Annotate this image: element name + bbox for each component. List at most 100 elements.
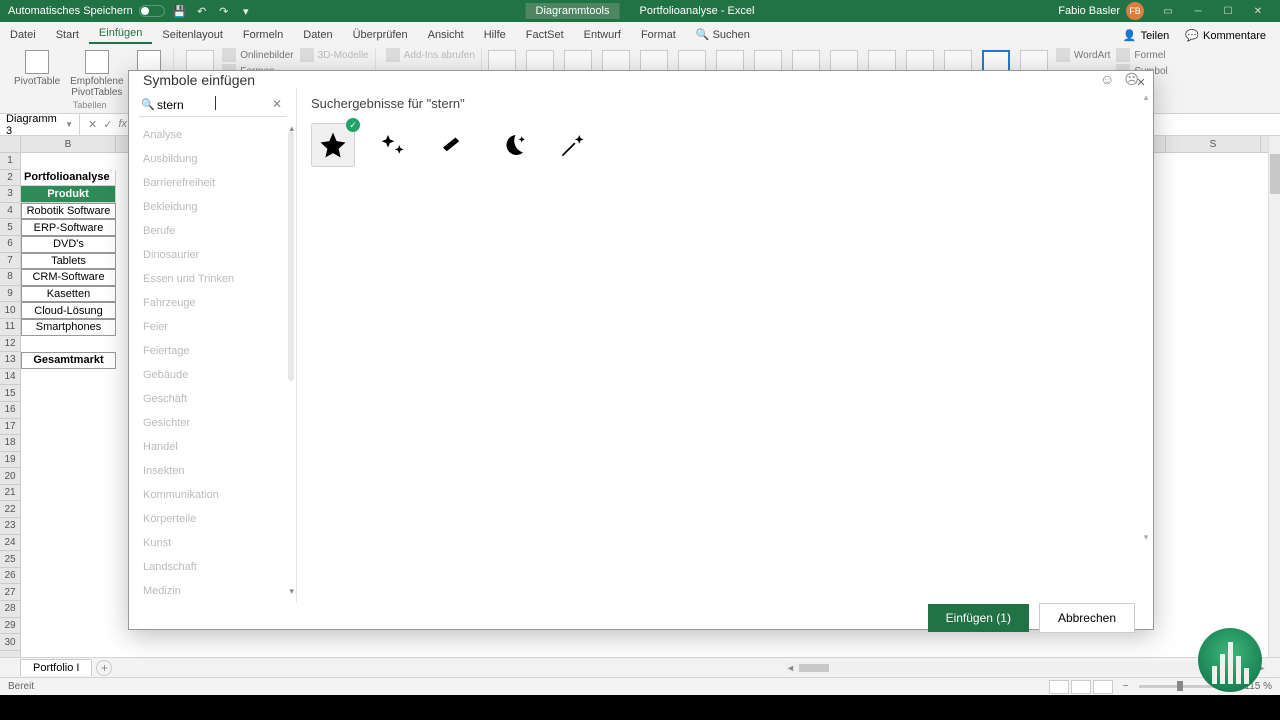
category-item[interactable]: Medizin	[129, 579, 296, 603]
col-header[interactable]: B	[21, 136, 116, 152]
clear-search-button[interactable]: ✕	[272, 97, 282, 111]
cell[interactable]: Robotik Software	[21, 203, 116, 220]
col-header[interactable]: S	[1166, 136, 1261, 152]
tab-ansicht[interactable]: Ansicht	[418, 26, 474, 44]
share-button[interactable]: 👤 Teilen	[1117, 27, 1175, 44]
row-header[interactable]: 27	[0, 584, 20, 601]
pivottable-button[interactable]: PivotTable	[12, 48, 62, 89]
tab-einfuegen[interactable]: Einfügen	[89, 24, 152, 44]
vertical-scrollbar[interactable]	[1268, 136, 1280, 657]
tab-suchen[interactable]: 🔍 Suchen	[686, 25, 760, 44]
row-header[interactable]: 3	[0, 186, 20, 203]
row-header[interactable]: 14	[0, 369, 20, 386]
category-item[interactable]: Dinosaurier	[129, 243, 296, 267]
autosave-toggle[interactable]: Automatisches Speichern	[8, 5, 165, 17]
category-item[interactable]: Analyse	[129, 123, 296, 147]
user-account[interactable]: Fabio Basler FB	[1058, 2, 1144, 20]
icon-result-stars[interactable]	[371, 123, 415, 167]
category-list[interactable]: Analyse Ausbildung Barrierefreiheit Bekl…	[129, 123, 296, 603]
qat-customize-icon[interactable]: ▾	[239, 4, 253, 18]
tab-formeln[interactable]: Formeln	[233, 26, 293, 44]
category-item[interactable]: Gesichter	[129, 411, 296, 435]
category-item[interactable]: Geschäft	[129, 387, 296, 411]
tab-seitenlayout[interactable]: Seitenlayout	[152, 26, 233, 44]
view-normal-button[interactable]	[1049, 680, 1069, 694]
tab-ueberpruefen[interactable]: Überprüfen	[343, 26, 418, 44]
category-item[interactable]: Landschaft	[129, 555, 296, 579]
row-header[interactable]: 17	[0, 419, 20, 436]
tab-start[interactable]: Start	[46, 26, 89, 44]
row-header[interactable]: 15	[0, 385, 20, 402]
row-header[interactable]: 18	[0, 435, 20, 452]
row-header[interactable]: 7	[0, 253, 20, 270]
close-icon[interactable]: ✕	[1244, 2, 1272, 20]
chart-tools-tab[interactable]: Diagrammtools	[526, 3, 620, 19]
row-header[interactable]: 9	[0, 286, 20, 303]
row-header[interactable]: 5	[0, 219, 20, 236]
wordart-button[interactable]: WordArt	[1056, 48, 1111, 62]
row-header[interactable]: 16	[0, 402, 20, 419]
cancel-button[interactable]: Abbrechen	[1039, 603, 1135, 633]
icon-result-telescope[interactable]	[431, 123, 475, 167]
row-header[interactable]: 12	[0, 336, 20, 353]
category-item[interactable]: Fahrzeuge	[129, 291, 296, 315]
equation-button[interactable]: Formel	[1116, 48, 1167, 62]
row-header[interactable]: 24	[0, 535, 20, 552]
cell[interactable]: Cloud-Lösung	[21, 302, 116, 319]
row-header[interactable]: 1	[0, 153, 20, 170]
category-item[interactable]: Ausbildung	[129, 147, 296, 171]
row-header[interactable]: 29	[0, 618, 20, 635]
category-item[interactable]: Insekten	[129, 459, 296, 483]
ribbon-options-icon[interactable]: ▭	[1154, 2, 1182, 20]
row-header[interactable]: 25	[0, 551, 20, 568]
cell[interactable]: Portfolioanalyse	[21, 170, 116, 187]
smiley-icon[interactable]: ☺	[1100, 71, 1114, 88]
row-header[interactable]: 30	[0, 634, 20, 651]
row-header[interactable]: 10	[0, 302, 20, 319]
row-header[interactable]: 4	[0, 203, 20, 220]
tab-hilfe[interactable]: Hilfe	[474, 26, 516, 44]
save-icon[interactable]: 💾	[173, 4, 187, 18]
insert-button[interactable]: Einfügen (1)	[928, 604, 1029, 632]
row-header[interactable]: 13	[0, 352, 20, 369]
cell[interactable]: CRM-Software	[21, 269, 116, 286]
category-item[interactable]: Körperteile	[129, 507, 296, 531]
category-item[interactable]: Gebäude	[129, 363, 296, 387]
enter-formula-icon[interactable]: ✓	[103, 118, 112, 131]
row-header[interactable]: 19	[0, 452, 20, 469]
row-header[interactable]: 22	[0, 501, 20, 518]
category-item[interactable]: Berufe	[129, 219, 296, 243]
minimize-icon[interactable]: ─	[1184, 2, 1212, 20]
toggle-switch[interactable]	[139, 5, 165, 17]
category-item[interactable]: Barrierefreiheit	[129, 171, 296, 195]
undo-icon[interactable]: ↶	[195, 4, 209, 18]
icon-result-moon-star[interactable]	[491, 123, 535, 167]
cell[interactable]: Smartphones	[21, 319, 116, 336]
select-all-corner[interactable]	[0, 136, 20, 153]
comments-button[interactable]: 💬 Kommentare	[1179, 27, 1272, 44]
category-item[interactable]: Kunst	[129, 531, 296, 555]
zoom-out-button[interactable]: −	[1123, 681, 1129, 692]
tab-datei[interactable]: Datei	[0, 26, 46, 44]
tab-daten[interactable]: Daten	[293, 26, 342, 44]
online-pictures-button[interactable]: Onlinebilder	[222, 48, 293, 62]
icon-result-star[interactable]: ✓	[311, 123, 355, 167]
row-header[interactable]: 2	[0, 170, 20, 187]
results-scrollbar[interactable]: ▴ ▾	[1141, 92, 1151, 543]
cell[interactable]: DVD's	[21, 236, 116, 253]
row-header[interactable]: 8	[0, 269, 20, 286]
category-item[interactable]: Bekleidung	[129, 195, 296, 219]
category-item[interactable]: Feiertage	[129, 339, 296, 363]
category-item[interactable]: Handel	[129, 435, 296, 459]
row-header[interactable]: 6	[0, 236, 20, 253]
cell[interactable]: Produkt	[21, 186, 116, 203]
cancel-formula-icon[interactable]: ✕	[88, 118, 97, 131]
cell[interactable]: Tablets	[21, 253, 116, 270]
zoom-slider[interactable]	[1139, 685, 1219, 688]
redo-icon[interactable]: ↷	[217, 4, 231, 18]
row-header[interactable]: 26	[0, 568, 20, 585]
tab-format[interactable]: Format	[631, 26, 686, 44]
row-header[interactable]: 28	[0, 601, 20, 618]
sheet-tab[interactable]: Portfolio I	[20, 659, 92, 676]
search-input[interactable]	[139, 94, 286, 117]
